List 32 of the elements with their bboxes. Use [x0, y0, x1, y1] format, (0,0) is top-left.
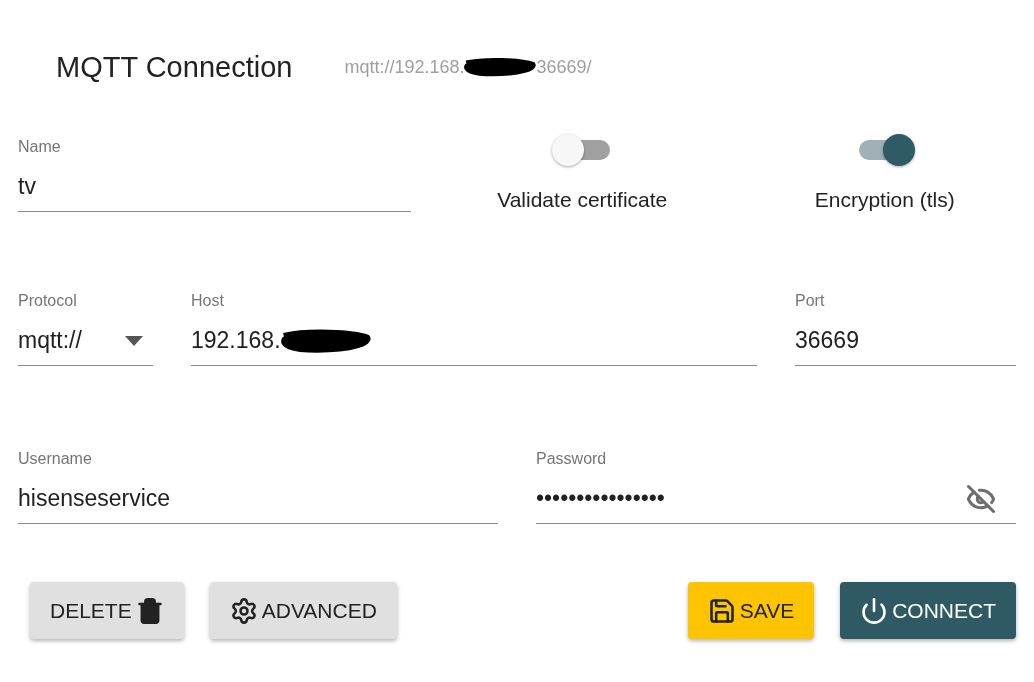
- name-field[interactable]: tv: [18, 168, 411, 212]
- field-value: tv: [18, 173, 36, 200]
- protocol-dropdown[interactable]: mqtt://: [18, 322, 153, 366]
- power-icon: [860, 596, 889, 625]
- field-value: 192.168.: [191, 327, 281, 354]
- field-value: mqtt://: [18, 327, 82, 354]
- field-label: Protocol: [18, 292, 77, 310]
- field-label: Port: [795, 292, 825, 310]
- caret-icon: [125, 335, 143, 346]
- field-label: Host: [191, 292, 224, 310]
- port-field[interactable]: 36669: [795, 322, 1016, 366]
- connection-url: mqtt://192.168.: [344, 56, 465, 78]
- field-label: Username: [18, 450, 92, 468]
- field-value: ••••••••••••••••: [536, 485, 665, 512]
- page-title: MQTT Connection: [56, 50, 293, 84]
- delete-button[interactable]: DELETE: [30, 582, 184, 639]
- save-button[interactable]: SAVE: [687, 582, 815, 639]
- username-field[interactable]: hisenseservice: [18, 480, 498, 524]
- toggle-label: Validate certificate: [497, 188, 668, 212]
- field-label: Name: [18, 138, 61, 156]
- field-value: 36669: [795, 327, 859, 354]
- field-value: hisenseservice: [18, 485, 171, 512]
- advanced-button[interactable]: ADVANCED: [209, 582, 397, 639]
- trash-icon: [135, 596, 164, 625]
- connect-button[interactable]: CONNECT: [840, 582, 1016, 639]
- password-field[interactable]: ••••••••••••••••: [536, 480, 1016, 524]
- toggle-label: Encryption (tls): [814, 188, 955, 212]
- settings-icon: [229, 596, 258, 625]
- field-label: Password: [536, 450, 607, 468]
- connection-url: 36669/: [536, 56, 592, 78]
- eye-slash-icon[interactable]: [966, 483, 996, 514]
- host-field[interactable]: 192.168.: [191, 322, 757, 366]
